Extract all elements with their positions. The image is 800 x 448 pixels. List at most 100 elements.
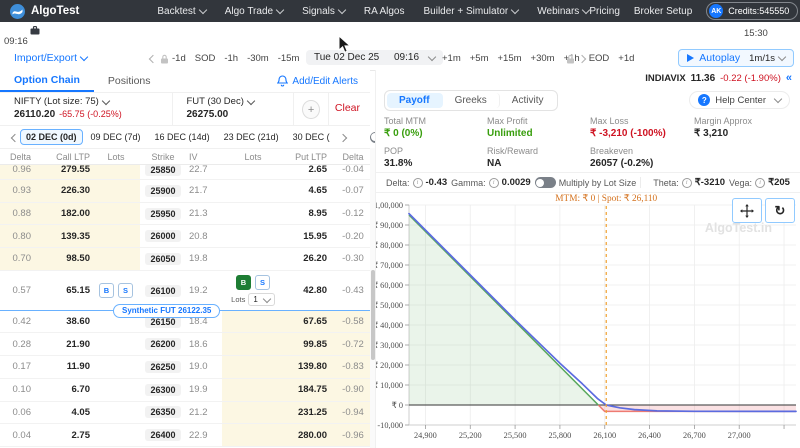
step-fwd-5m[interactable]: +5m — [470, 53, 489, 64]
option-chain-row[interactable]: 0.7098.502605019.826.20-0.30 — [0, 248, 370, 271]
put-ltp-cell[interactable]: 15.95 — [284, 231, 336, 242]
step-fwd-1d[interactable]: +1d — [618, 53, 634, 64]
expiry-chip[interactable]: 09 DEC (7d) — [85, 129, 147, 145]
expiry-chip[interactable]: 30 DEC ( — [287, 129, 336, 145]
option-chain-row[interactable]: 0.064.052635021.2231.25-0.94 — [0, 402, 370, 425]
step-fwd-EOD[interactable]: EOD — [589, 53, 610, 64]
strike-cell[interactable]: 25900 — [140, 185, 186, 197]
put-ltp-cell[interactable]: 280.00 — [284, 430, 336, 441]
step-back-1d[interactable]: -1d — [172, 53, 186, 64]
call-ltp-cell[interactable]: 226.30 — [36, 185, 92, 196]
tab-payoff[interactable]: Payoff — [387, 93, 443, 108]
call-ltp-cell[interactable]: 6.70 — [36, 384, 92, 395]
nav-item-ra-algos[interactable]: RA Algos — [364, 6, 405, 17]
step-back-SOD[interactable]: SOD — [195, 53, 216, 64]
put-ltp-cell[interactable]: 231.25 — [284, 407, 336, 418]
put-ltp-cell[interactable]: 8.95 — [284, 208, 336, 219]
tab-activity[interactable]: Activity — [500, 93, 556, 108]
option-chain-row[interactable]: 0.106.702630019.9184.75-0.90 — [0, 379, 370, 402]
step-back-1h[interactable]: -1h — [224, 53, 238, 64]
autoplay-button[interactable]: Autoplay — [687, 52, 740, 64]
credits-pill[interactable]: AK Credits:545550 — [706, 2, 798, 20]
broker-setup-link[interactable]: Broker Setup — [634, 6, 692, 17]
expiry-prev-icon[interactable] — [11, 134, 19, 142]
put-ltp-cell[interactable]: 67.65 — [284, 316, 336, 327]
info-icon[interactable]: i — [489, 178, 499, 188]
strike-cell[interactable]: 25850 — [140, 165, 186, 176]
strike-cell[interactable]: 26050 — [140, 253, 186, 265]
expiry-next-icon[interactable] — [338, 134, 346, 142]
call-ltp-cell[interactable]: 2.75 — [36, 430, 92, 441]
reset-zoom-button[interactable]: ↻ — [765, 198, 795, 223]
call-ltp-cell[interactable]: 139.35 — [36, 231, 92, 242]
underlying-selector[interactable]: NIFTY (Lot size: 75) 26110.20-65.75 (-0.… — [0, 93, 172, 125]
time-picker[interactable]: 09:16 — [386, 50, 443, 65]
strike-cell[interactable]: 26400 — [140, 429, 186, 441]
call-sell-button[interactable]: S — [118, 283, 133, 298]
option-chain-row[interactable]: 0.042.752640022.9280.00-0.96 — [0, 424, 370, 447]
import-export-button[interactable]: Import/Export — [14, 52, 87, 64]
strike-cell[interactable]: 25950 — [140, 208, 186, 220]
put-ltp-cell[interactable]: 42.80 — [284, 285, 336, 296]
call-ltp-cell[interactable]: 98.50 — [36, 253, 92, 264]
future-selector[interactable]: FUT (30 Dec) 26275.00 — [173, 93, 294, 125]
tab-option-chain[interactable]: Option Chain — [0, 70, 94, 92]
avatar[interactable]: AK — [709, 4, 723, 18]
pan-button[interactable] — [732, 198, 762, 223]
add-instrument-button[interactable]: + — [302, 100, 320, 119]
strike-cell[interactable]: 26100 — [140, 285, 186, 297]
step-fwd-15m[interactable]: +15m — [498, 53, 522, 64]
option-chain-row[interactable]: 0.88182.002595021.38.95-0.12 — [0, 203, 370, 226]
nav-item-signals[interactable]: Signals — [302, 6, 345, 17]
call-ltp-cell[interactable]: 11.90 — [36, 361, 92, 372]
nav-item-backtest[interactable]: Backtest — [157, 6, 205, 17]
info-icon[interactable]: i — [755, 178, 765, 188]
call-ltp-cell[interactable]: 65.15 — [36, 285, 92, 296]
put-ltp-cell[interactable]: 139.80 — [284, 361, 336, 372]
call-ltp-cell[interactable]: 4.05 — [36, 407, 92, 418]
strike-cell[interactable]: 26000 — [140, 230, 186, 242]
briefcase-marker-icon[interactable] — [30, 26, 40, 35]
strike-cell[interactable]: 26350 — [140, 406, 186, 418]
lots-select[interactable]: 1 — [248, 293, 274, 306]
step-back-30m[interactable]: -30m — [247, 53, 269, 64]
put-ltp-cell[interactable]: 2.65 — [284, 165, 336, 175]
option-chain-row[interactable]: 0.1711.902625019.0139.80-0.83 — [0, 356, 370, 379]
help-center-button[interactable]: ? Help Center — [689, 91, 790, 109]
nav-item-builder-simulator[interactable]: Builder + Simulator — [423, 6, 518, 17]
call-ltp-cell[interactable]: 182.00 — [36, 208, 92, 219]
chevron-right-icon[interactable] — [578, 55, 586, 63]
clear-button[interactable]: Clear — [335, 102, 360, 125]
tab-greeks[interactable]: Greeks — [443, 93, 500, 108]
option-chain-scrollbar-thumb[interactable] — [371, 270, 375, 360]
put-ltp-cell[interactable]: 184.75 — [284, 384, 336, 395]
tab-positions[interactable]: Positions — [94, 70, 165, 92]
put-buy-button[interactable]: B — [236, 275, 251, 290]
call-ltp-cell[interactable]: 279.55 — [36, 165, 92, 175]
put-sell-button[interactable]: S — [255, 275, 270, 290]
pricing-link[interactable]: Pricing — [589, 6, 620, 17]
multiply-lot-size-toggle[interactable] — [535, 177, 556, 188]
brand[interactable]: AlgoTest — [10, 4, 79, 19]
info-icon[interactable]: i — [682, 178, 692, 188]
nav-item-webinars[interactable]: Webinars — [537, 6, 589, 17]
put-ltp-cell[interactable]: 99.85 — [284, 339, 336, 350]
strike-cell[interactable]: 26300 — [140, 384, 186, 396]
payoff-chart[interactable]: ₹ 1,00,000₹ 90,000₹ 80,000₹ 70,000₹ 60,0… — [376, 192, 800, 448]
put-ltp-cell[interactable]: 4.65 — [284, 185, 336, 196]
option-chain-row[interactable]: 0.96279.552585022.72.65-0.04 — [0, 165, 370, 180]
expiry-chip[interactable]: 16 DEC (14d) — [149, 129, 216, 145]
speed-select[interactable]: 1m/1s — [749, 53, 785, 64]
call-ltp-cell[interactable]: 21.90 — [36, 339, 92, 350]
info-icon[interactable]: i — [413, 178, 423, 188]
expiry-chip[interactable]: 23 DEC (21d) — [218, 129, 285, 145]
strike-cell[interactable]: 26250 — [140, 361, 186, 373]
call-buy-button[interactable]: B — [99, 283, 114, 298]
add-edit-alerts-button[interactable]: Add/Edit Alerts — [277, 75, 370, 87]
option-chain-row[interactable]: 0.2821.902620018.699.85-0.72 — [0, 333, 370, 356]
expiry-chip[interactable]: 02 DEC (0d) — [20, 129, 83, 145]
nav-item-algo-trade[interactable]: Algo Trade — [225, 6, 283, 17]
option-chain-row[interactable]: 0.80139.352600020.815.95-0.20 — [0, 225, 370, 248]
step-fwd-30m[interactable]: +30m — [531, 53, 555, 64]
call-ltp-cell[interactable]: 38.60 — [36, 316, 92, 327]
